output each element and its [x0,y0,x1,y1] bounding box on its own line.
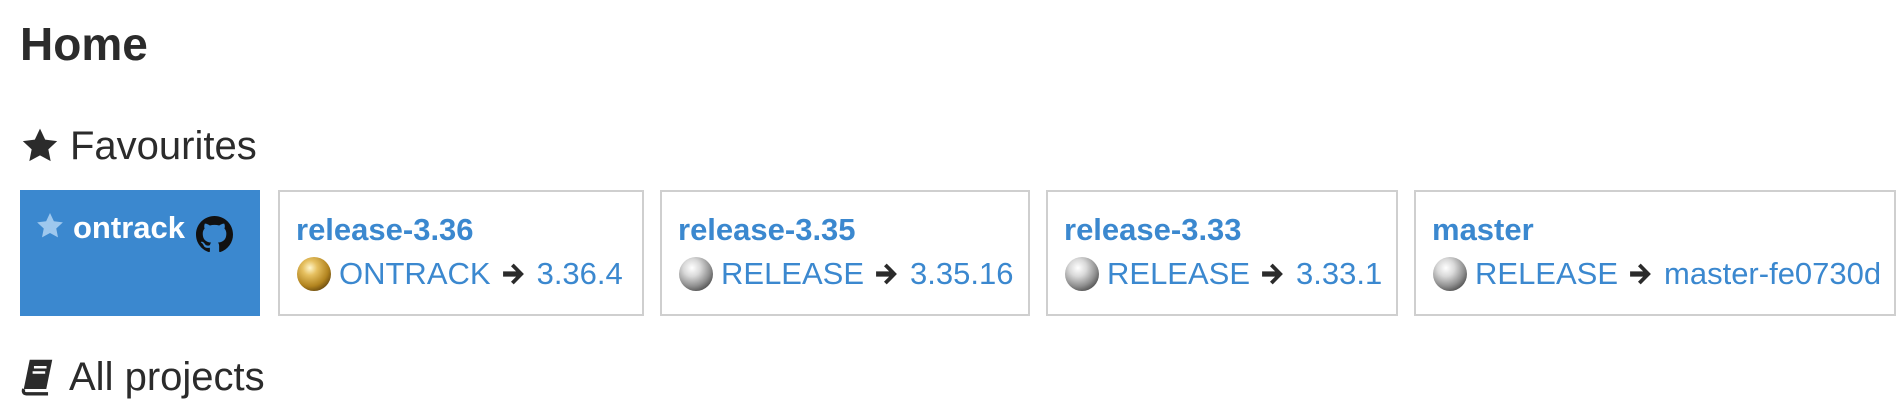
favourite-project-tile: ontrack [20,190,260,316]
branch-card-release-3-36: release-3.36 ONTRACK 3.36.4 [278,190,644,316]
book-icon [21,359,53,396]
latest-promotion: ONTRACK 3.36.4 [296,256,623,292]
all-projects-heading: All projects [20,352,265,402]
branch-link[interactable]: master [1432,212,1534,248]
branch-link[interactable]: release-3.35 [678,212,856,248]
promotion-level-link[interactable]: RELEASE [721,256,864,292]
arrow-right-icon [1262,263,1283,285]
promotion-level-link[interactable]: RELEASE [1475,256,1618,292]
arrow-right-icon [1630,263,1651,285]
branch-link[interactable]: release-3.36 [296,212,474,248]
favourites-heading-label: Favourites [70,124,257,168]
arrow-right-icon [502,263,524,285]
branch-link[interactable]: release-3.33 [1064,212,1242,248]
build-link[interactable]: 3.35.16 [910,256,1013,292]
build-link[interactable]: 3.36.4 [537,256,623,292]
silver-medal-icon [679,257,713,291]
promotion-level-link[interactable]: RELEASE [1107,256,1250,292]
build-link[interactable]: 3.33.1 [1296,256,1382,292]
github-icon[interactable] [196,216,233,253]
branch-card-release-3-35: release-3.35 RELEASE 3.35.16 [660,190,1030,316]
arrow-right-icon [876,263,897,285]
branch-card-release-3-33: release-3.33 RELEASE 3.33.1 [1046,190,1398,316]
page-title: Home [20,18,148,70]
star-icon [22,128,58,162]
latest-promotion: RELEASE 3.33.1 [1064,256,1382,292]
star-icon[interactable] [35,211,65,241]
favourites-heading: Favourites [20,121,257,171]
branch-card-master: master RELEASE master-fe0730d [1414,190,1896,316]
silver-medal-icon [1065,257,1099,291]
latest-promotion: RELEASE 3.35.16 [678,256,1013,292]
latest-promotion: RELEASE master-fe0730d [1432,256,1881,292]
build-link[interactable]: master-fe0730d [1664,256,1881,292]
project-link-ontrack[interactable]: ontrack [73,210,185,246]
gold-medal-icon [297,257,331,291]
silver-medal-icon [1433,257,1467,291]
promotion-level-link[interactable]: ONTRACK [339,256,491,292]
all-projects-heading-label: All projects [69,355,265,399]
